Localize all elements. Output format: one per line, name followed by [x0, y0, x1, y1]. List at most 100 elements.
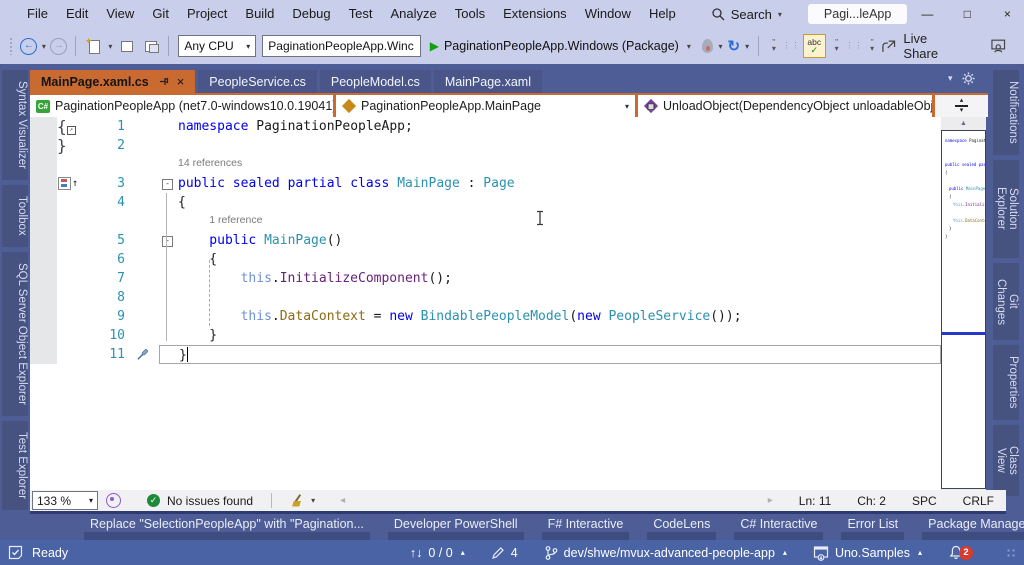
close-tab-icon[interactable]: ×	[177, 74, 185, 89]
panel-tab-c-interactive[interactable]: C# Interactive	[734, 514, 824, 540]
breakpoint-margin[interactable]	[30, 174, 57, 193]
restart-dropdown-icon[interactable]: ▾	[745, 42, 749, 51]
new-file-dropdown-icon[interactable]: ▾	[108, 42, 112, 51]
tool-tab-git-changes[interactable]: Git Changes	[993, 262, 1019, 341]
whitespace-toggle-icon[interactable]: ⋮⋮	[783, 35, 800, 57]
menu-build[interactable]: Build	[236, 0, 283, 28]
code-minimap[interactable]: namespace PaginationPeopleApp; public sea…	[941, 130, 986, 489]
navigate-forward-button[interactable]: →	[50, 34, 68, 58]
suggestion-mode-icon[interactable]: '' ▾	[766, 35, 782, 57]
breakpoint-margin[interactable]	[30, 250, 57, 269]
document-tab-peopleservice-cs[interactable]: PeopleService.cs	[198, 70, 317, 93]
solution-name-badge[interactable]: Pagi...leApp	[807, 4, 908, 24]
menu-help[interactable]: Help	[640, 0, 685, 28]
tool-tab-class-view[interactable]: Class View	[993, 424, 1019, 496]
breakpoint-margin[interactable]	[30, 307, 57, 326]
panel-tab-package-manager-console[interactable]: Package Manager Console	[922, 514, 1024, 540]
panel-tab-error-list[interactable]: Error List	[841, 514, 905, 540]
split-window-button[interactable]: ▴ ▾	[935, 95, 988, 117]
branch-picker-button[interactable]: dev/shwe/mvux-advanced-people-app ▴	[544, 545, 787, 561]
document-tab-peoplemodel-cs[interactable]: PeopleModel.cs	[319, 70, 431, 93]
breakpoint-margin[interactable]	[30, 193, 57, 212]
tool-tab-test-explorer[interactable]: Test Explorer	[2, 420, 28, 510]
menu-extensions[interactable]: Extensions	[494, 0, 576, 28]
breakpoint-margin[interactable]	[30, 117, 57, 136]
tool-tab-notifications[interactable]: Notifications	[993, 70, 1019, 155]
code-editor[interactable]: {↗} 1 namespace PaginationPeopleApp; 2 14 re…	[30, 117, 941, 490]
panel-tab-f-interactive[interactable]: F# Interactive	[541, 514, 630, 540]
startup-project-dropdown[interactable]: PaginationPeopleApp.Winc ▾	[262, 35, 421, 57]
quick-actions-screwdriver-icon[interactable]	[125, 345, 159, 364]
navigate-back-button[interactable]: ←	[20, 34, 38, 58]
breakpoint-margin[interactable]	[30, 231, 57, 250]
tool-tab-toolbox[interactable]: Toolbox	[2, 185, 28, 247]
menu-debug[interactable]: Debug	[283, 0, 339, 28]
panel-tab-developer-powershell[interactable]: Developer PowerShell	[387, 514, 524, 540]
type-dropdown[interactable]: PaginationPeopleApp.MainPage ▾	[336, 95, 635, 117]
feedback-icon[interactable]	[990, 38, 1006, 54]
scrollbar-map-column[interactable]: ▲ namespace PaginationPeopleApp; public s…	[941, 117, 986, 490]
menu-view[interactable]: View	[97, 0, 143, 28]
tool-tab-properties[interactable]: Properties	[993, 345, 1019, 420]
hot-reload-dropdown-icon[interactable]: ▾	[718, 42, 722, 51]
scroll-up-icon[interactable]: ▲	[941, 117, 986, 130]
breakpoint-margin[interactable]	[30, 269, 57, 288]
structure-guides-icon[interactable]: ⋮⋮	[845, 35, 862, 57]
quote-mode-icon[interactable]: '' ▾	[864, 35, 880, 57]
notifications-button[interactable]: 2	[948, 544, 973, 562]
close-button[interactable]: ×	[987, 0, 1024, 28]
multi-window-button[interactable]	[143, 38, 159, 54]
repository-picker-button[interactable]: Uno.Samples ▴	[813, 545, 922, 561]
tool-tab-sql-server-object-explorer[interactable]: SQL Server Object Explorer	[2, 251, 28, 416]
sync-commits-button[interactable]: ↑↓ 0 / 0 ▴	[410, 546, 465, 560]
panel-tab-codelens[interactable]: CodeLens	[647, 514, 717, 540]
breakpoint-margin[interactable]	[30, 136, 57, 155]
pending-edits-button[interactable]: 4	[491, 546, 518, 560]
menu-test[interactable]: Test	[340, 0, 382, 28]
spell-checker-toggle[interactable]: abc ✓	[802, 34, 826, 58]
solution-configuration-dropdown[interactable]: Any CPU ▾	[178, 35, 257, 57]
restart-application-icon[interactable]: ↻	[728, 37, 741, 55]
collapse-region-icon[interactable]: -	[162, 179, 173, 190]
outlining-margin[interactable]: -	[159, 174, 175, 193]
new-file-button[interactable]: ✦	[85, 36, 102, 54]
document-health-icon[interactable]	[106, 493, 121, 508]
member-dropdown[interactable]: UnloadObject(DependencyObject unloadable…	[638, 95, 932, 117]
panel-tab-replace-selectionpeopleapp-wit[interactable]: Replace "SelectionPeopleApp" with "Pagin…	[84, 514, 370, 540]
breakpoint-margin[interactable]	[30, 288, 57, 307]
menu-file[interactable]: File	[18, 0, 57, 28]
zoom-level-dropdown[interactable]: 133 % ▾	[32, 491, 98, 510]
project-dropdown[interactable]: C# PaginationPeopleApp (net7.0-windows10…	[30, 95, 333, 117]
hot-reload-icon[interactable]	[701, 39, 714, 53]
breakpoint-margin[interactable]	[30, 155, 57, 174]
toolbar-drag-handle[interactable]	[9, 37, 14, 55]
menu-window[interactable]: Window	[576, 0, 640, 28]
search-control[interactable]: Search ▾	[711, 7, 782, 22]
completion-mode-icon[interactable]: '' ▾	[829, 35, 845, 57]
menu-tools[interactable]: Tools	[446, 0, 494, 28]
resize-grip[interactable]	[1006, 547, 1016, 558]
code-cleanup-caret-icon[interactable]: ▾	[311, 496, 315, 505]
navigate-back-dropdown-icon[interactable]: ▾	[42, 42, 46, 51]
code-cleanup-icon[interactable]	[290, 494, 304, 508]
page-right-icon[interactable]: ▸	[768, 495, 773, 506]
collapse-region-icon[interactable]: -	[162, 236, 173, 247]
tool-tab-solution-explorer[interactable]: Solution Explorer	[993, 159, 1019, 258]
tool-tab-syntax-visualizer[interactable]: Syntax Visualizer	[2, 70, 28, 180]
breakpoint-margin[interactable]	[30, 326, 57, 345]
breakpoint-margin[interactable]	[30, 212, 57, 231]
pin-icon[interactable]	[158, 75, 169, 89]
page-left-icon[interactable]: ◂	[340, 495, 345, 506]
document-tab-mainpage-xaml[interactable]: MainPage.xaml	[433, 70, 542, 93]
document-tab-mainpage-xaml-cs[interactable]: MainPage.xaml.cs ×	[30, 70, 196, 93]
outlining-margin[interactable]: -	[159, 231, 175, 250]
breakpoint-margin[interactable]	[30, 345, 57, 364]
menu-project[interactable]: Project	[178, 0, 236, 28]
start-debugging-button[interactable]: ▶ PaginationPeopleApp.Windows (Package) …	[430, 39, 694, 53]
line-ending-indicator[interactable]: CRLF	[963, 494, 994, 508]
menu-git[interactable]: Git	[143, 0, 178, 28]
add-item-button[interactable]	[119, 38, 135, 54]
maximize-button[interactable]: □	[947, 0, 987, 28]
tab-overflow-caret-icon[interactable]: ▾	[948, 73, 953, 84]
gear-icon[interactable]	[961, 72, 975, 85]
